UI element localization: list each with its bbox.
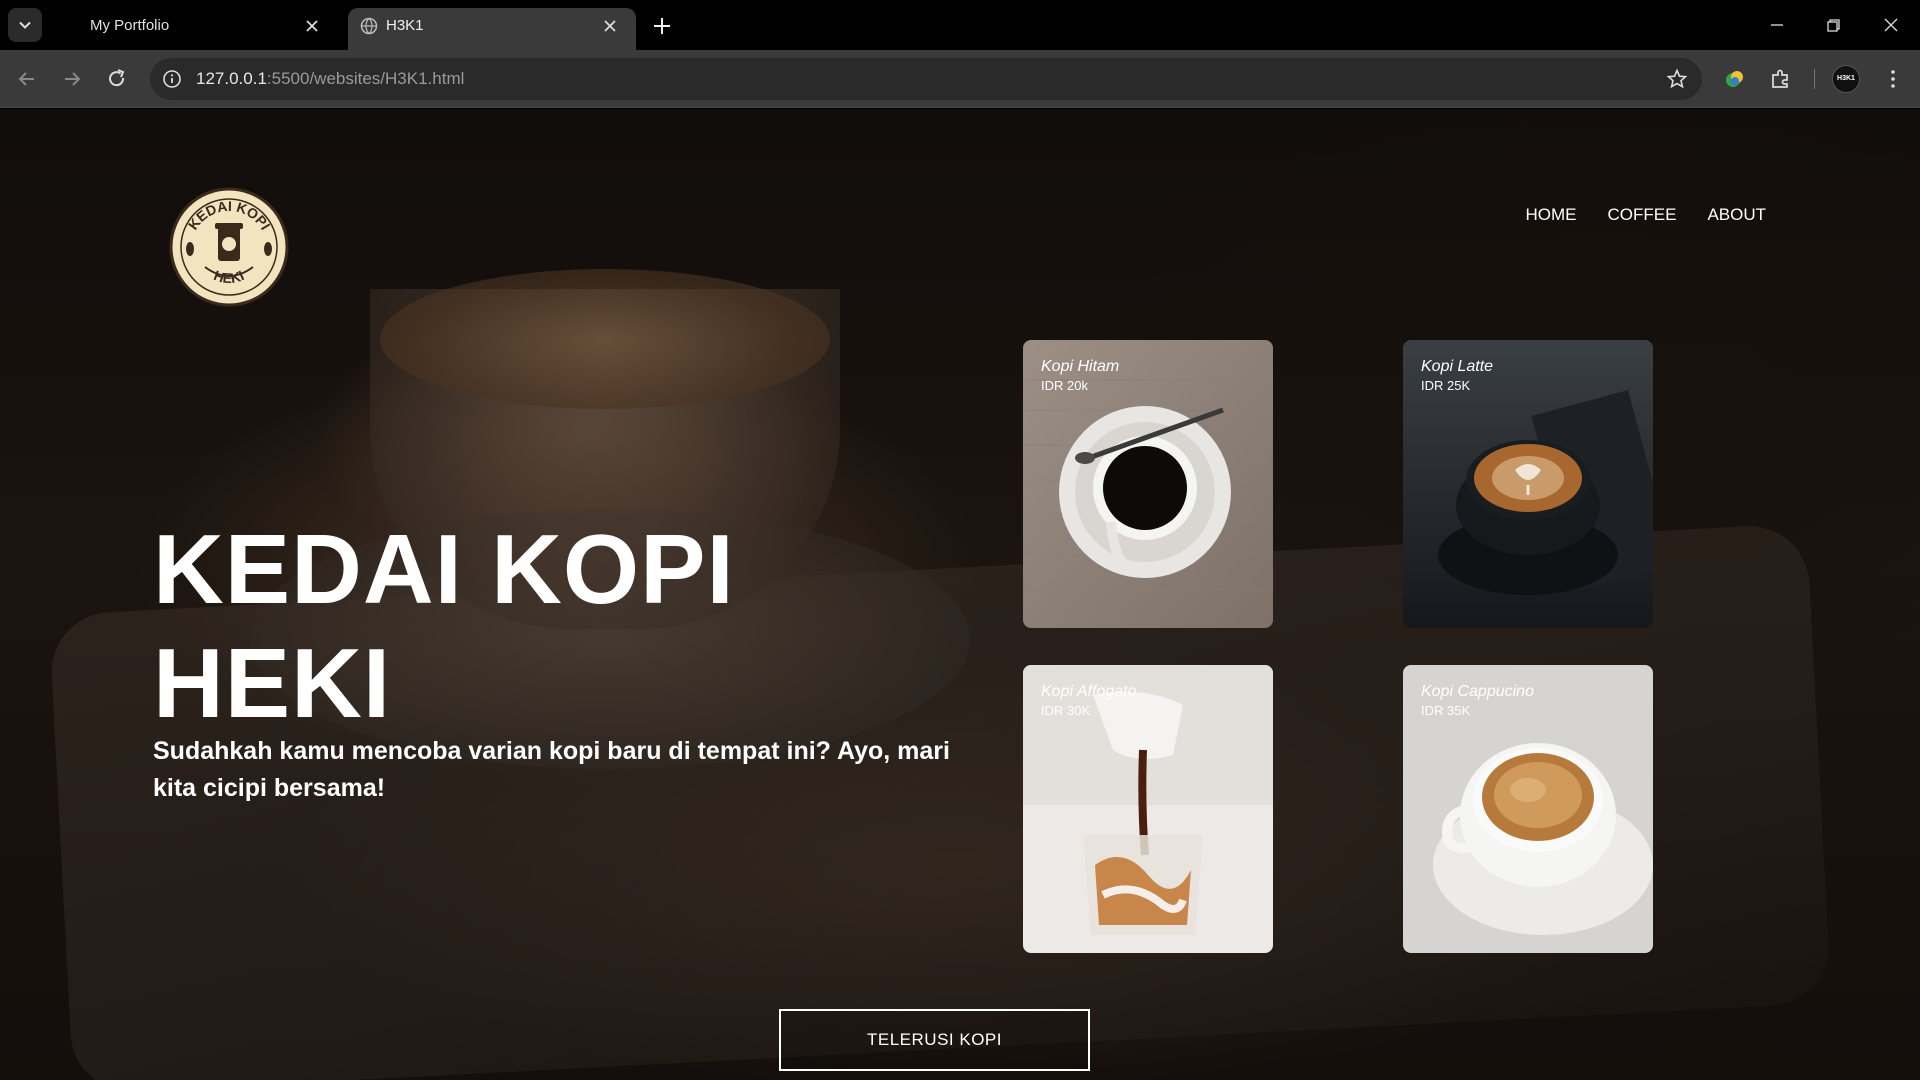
site-info-icon[interactable]: [162, 69, 182, 89]
menu-item-name: Kopi Latte: [1421, 358, 1494, 375]
tab-title: My Portfolio: [90, 17, 170, 34]
menu-item-name: Kopi Cappucino: [1421, 683, 1534, 700]
menu-item-name: Kopi Hitam: [1041, 358, 1120, 375]
menu-item-price: IDR 30K: [1041, 703, 1091, 718]
chevron-down-icon: [19, 21, 31, 29]
browser-toolbar: 127.0.0.1:5500/websites/H3K1.html H3K1: [0, 50, 1920, 108]
menu-card-kopi-hitam[interactable]: Kopi Hitam IDR 20k: [1023, 340, 1273, 628]
minimize-icon[interactable]: [1764, 12, 1790, 38]
menu-item-price: IDR 20k: [1041, 378, 1088, 393]
explore-coffee-button[interactable]: TELERUSI KOPI: [779, 1009, 1090, 1071]
hero-title-line1: KEDAI KOPI: [153, 514, 735, 624]
back-arrow-icon[interactable]: [14, 66, 40, 92]
forward-arrow-icon[interactable]: [59, 66, 85, 92]
nav-home-link[interactable]: HOME: [1525, 205, 1576, 225]
menu-card-kopi-cappucino[interactable]: Kopi Cappucino IDR 35K: [1403, 665, 1653, 953]
new-tab-icon[interactable]: [650, 14, 674, 38]
menu-item-price: IDR 25K: [1421, 378, 1471, 393]
more-menu-icon[interactable]: [1880, 66, 1906, 92]
menu-card-kopi-latte[interactable]: Kopi Latte IDR 25K: [1403, 340, 1653, 628]
menu-card-kopi-affogato[interactable]: Kopi Affogato IDR 30K: [1023, 665, 1273, 953]
hero-title-line2: HEKI: [153, 628, 392, 738]
address-bar[interactable]: 127.0.0.1:5500/websites/H3K1.html: [150, 58, 1702, 100]
globe-icon: [360, 17, 378, 35]
close-tab-icon[interactable]: [602, 18, 618, 34]
close-tab-icon[interactable]: [304, 18, 320, 34]
extension-colorful-icon[interactable]: [1722, 66, 1748, 92]
reload-icon[interactable]: [104, 66, 130, 92]
nav-coffee-link[interactable]: COFFEE: [1607, 205, 1676, 225]
hero-title: KEDAI KOPI HEKI: [153, 512, 853, 740]
profile-avatar[interactable]: H3K1: [1832, 65, 1860, 93]
toolbar-divider: [1814, 69, 1815, 89]
site-nav: HOME COFFEE ABOUT: [1525, 205, 1766, 225]
menu-item-name: Kopi Affogato: [1041, 683, 1137, 700]
extensions-puzzle-icon[interactable]: [1768, 66, 1794, 92]
hero-subtitle: Sudahkah kamu mencoba varian kopi baru d…: [153, 737, 950, 802]
tab-my-portfolio[interactable]: My Portfolio: [56, 8, 338, 50]
nav-about-link[interactable]: ABOUT: [1707, 205, 1766, 225]
url-text: 127.0.0.1:5500/websites/H3K1.html: [196, 69, 465, 88]
tab-search-button[interactable]: [8, 8, 42, 42]
tab-title: H3K1: [386, 17, 424, 34]
kedai-kopi-heki-logo[interactable]: KEDAI KOPI HEKI: [169, 187, 289, 307]
webpage-viewport: KEDAI KOPI HEKI HOME COFFEE ABOUT KEDAI …: [0, 109, 1920, 1080]
close-window-icon[interactable]: [1878, 12, 1904, 38]
tab-h3k1[interactable]: H3K1: [348, 8, 636, 50]
menu-item-price: IDR 35K: [1421, 703, 1471, 718]
restore-icon[interactable]: [1820, 12, 1846, 38]
bookmark-star-icon[interactable]: [1666, 68, 1688, 90]
browser-tab-bar: My Portfolio H3K1: [0, 0, 1920, 50]
